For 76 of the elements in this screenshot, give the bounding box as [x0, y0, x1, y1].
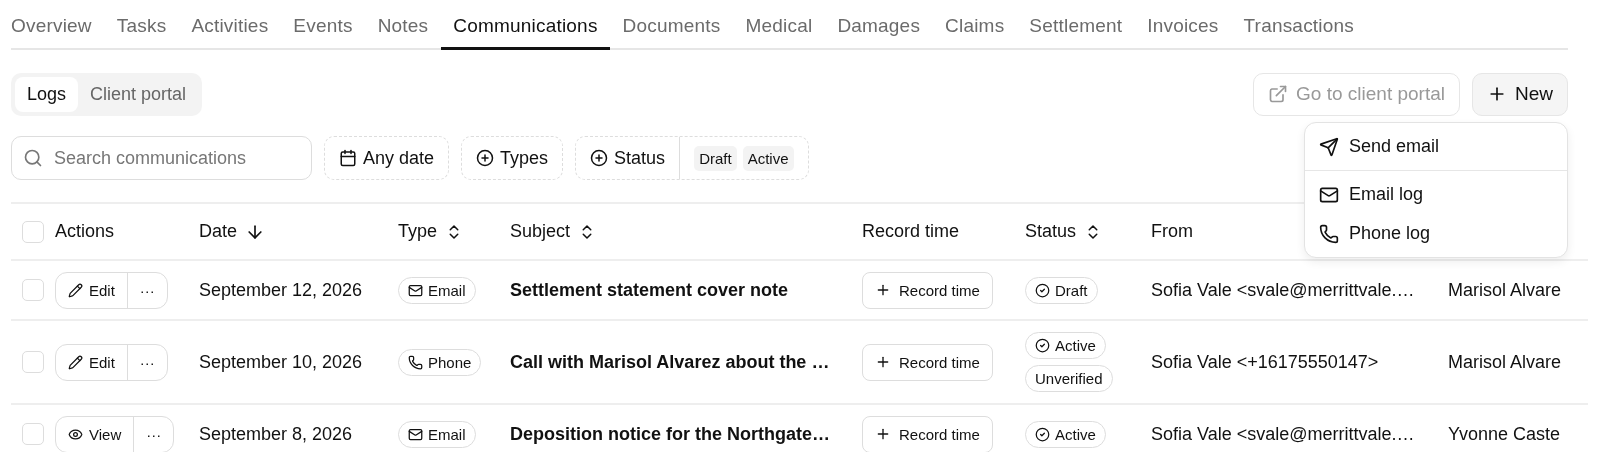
plus-icon — [875, 354, 891, 370]
date-text: September 12, 2026 — [199, 279, 363, 301]
segment-tab[interactable]: Client portal — [78, 76, 199, 112]
pencil-icon — [68, 282, 83, 298]
subject-text: Settlement statement cover note — [510, 279, 789, 301]
view-button[interactable]: View — [56, 416, 134, 452]
phone-icon — [1319, 223, 1339, 244]
envelope-icon — [408, 282, 423, 298]
column-header: Record time — [862, 221, 960, 242]
types-filter[interactable]: Types — [462, 137, 563, 179]
filter-chip: Draft — [694, 145, 737, 171]
tab[interactable]: Events — [280, 15, 366, 50]
recipient-text: Yvonne Caste — [1448, 423, 1561, 445]
status-filter[interactable]: Status Draft Active — [575, 136, 809, 180]
row-checkbox[interactable] — [22, 351, 44, 373]
column-header[interactable]: Date — [199, 221, 238, 242]
menu-item[interactable]: Send email — [1305, 127, 1567, 166]
record-time-button[interactable]: Record time — [862, 343, 993, 381]
menu-item[interactable]: Email log — [1305, 175, 1567, 214]
new-button[interactable]: New — [1472, 72, 1568, 116]
subject-text: Call with Marisol Alvarez about the … — [510, 351, 830, 373]
select-all-checkbox[interactable] — [22, 220, 44, 243]
column-header: From — [1151, 221, 1193, 242]
column-header: Actions — [55, 221, 115, 242]
row-checkbox[interactable] — [22, 423, 44, 445]
external-link-icon — [1268, 84, 1289, 104]
column-header[interactable]: Type — [398, 221, 438, 242]
subject-text: Deposition notice for the Northgate… — [510, 423, 830, 445]
record-time-button[interactable]: Record time — [862, 415, 993, 452]
sender-text: Sofia Vale <svale@merrittvale.… — [1151, 423, 1415, 445]
recipient-text: Marisol Alvare — [1448, 279, 1562, 301]
tab[interactable]: Invoices — [1134, 15, 1231, 50]
tab[interactable]: Tasks — [104, 15, 179, 50]
edit-button[interactable]: Edit — [56, 344, 127, 380]
search-field[interactable]: Search communications — [11, 136, 312, 180]
tab[interactable]: Damages — [824, 15, 933, 50]
tab[interactable]: Transactions — [1231, 15, 1367, 50]
more-button[interactable]: ··· — [133, 416, 174, 452]
plus-circle-icon — [476, 149, 495, 167]
plus-icon — [875, 426, 891, 442]
tab[interactable]: Documents — [610, 15, 733, 50]
date-text: September 8, 2026 — [199, 423, 353, 445]
tab[interactable]: Notes — [365, 15, 441, 50]
record-time-button[interactable]: Record time — [862, 271, 993, 309]
menu-item[interactable]: Phone log — [1305, 214, 1567, 253]
tab[interactable]: Communications — [440, 15, 611, 50]
tab[interactable]: Claims — [932, 15, 1017, 50]
filter-chip: Active — [742, 145, 794, 171]
status-filter-button[interactable]: Status — [576, 137, 680, 179]
more-button[interactable]: ··· — [126, 272, 167, 308]
tab[interactable]: Activities — [178, 15, 281, 50]
date-filter[interactable]: Any date — [325, 137, 449, 179]
pencil-icon — [68, 354, 83, 370]
plus-circle-icon — [590, 149, 609, 167]
calendar-icon — [339, 149, 357, 167]
tab[interactable]: Medical — [733, 15, 825, 50]
check-circle-icon — [1035, 338, 1050, 353]
column-header[interactable]: Subject — [510, 221, 571, 242]
phone-icon — [408, 354, 423, 370]
check-circle-icon — [1035, 426, 1050, 442]
recipient-text: Marisol Alvare — [1448, 351, 1562, 373]
eye-icon — [68, 426, 83, 442]
check-circle-icon — [1035, 282, 1050, 298]
send-icon — [1319, 136, 1339, 157]
sender-text: Sofia Vale <svale@merrittvale.… — [1151, 279, 1415, 301]
sender-text: Sofia Vale <+16175550147> — [1151, 351, 1379, 373]
tab[interactable]: Overview — [11, 15, 105, 50]
segment-tab[interactable]: Logs — [15, 76, 79, 112]
more-button[interactable]: ··· — [126, 344, 167, 380]
date-text: September 10, 2026 — [199, 351, 363, 373]
edit-button[interactable]: Edit — [56, 272, 127, 308]
tab[interactable]: Settlement — [1016, 15, 1135, 50]
envelope-icon — [408, 426, 423, 442]
column-header[interactable]: Status — [1025, 221, 1077, 242]
plus-icon — [875, 282, 891, 298]
row-checkbox[interactable] — [22, 279, 44, 301]
